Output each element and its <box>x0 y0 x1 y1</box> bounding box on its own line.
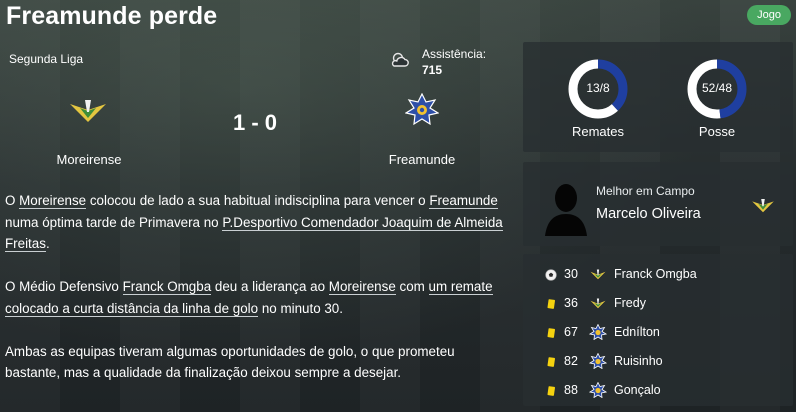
event-player-link[interactable]: Franck Omgba <box>614 267 697 281</box>
freamunde-crest-icon <box>589 382 607 398</box>
event-player-link[interactable]: Fredy <box>614 296 646 310</box>
stats-panel: 13/8 Remates 52/48 Posse <box>523 42 793 152</box>
attendance-value: 715 <box>422 63 443 77</box>
possession-value: 52/48 <box>701 81 733 95</box>
report-text: com <box>395 279 429 294</box>
motm-player-link[interactable]: Marcelo Oliveira <box>596 206 701 222</box>
home-team-link[interactable]: Moreirense <box>30 152 148 167</box>
report-link[interactable]: Franck Omgba <box>122 279 212 295</box>
yellow-card-icon <box>547 299 555 309</box>
shots-label: Remates <box>571 124 625 139</box>
yellow-card-icon <box>547 386 555 396</box>
moreirense-crest-icon <box>590 298 606 309</box>
event-minute: 82 <box>564 354 578 368</box>
event-player-link[interactable]: Ednílton <box>614 325 660 339</box>
yellow-card-icon <box>547 357 555 367</box>
freamunde-crest-icon <box>589 324 607 340</box>
report-text: O <box>5 193 20 208</box>
freamunde-crest-icon[interactable] <box>405 93 439 127</box>
report-paragraph-3: Ambas as equipas tiveram algumas oportun… <box>5 341 505 384</box>
report-paragraph-2: O Médio Defensivo Franck Omgba deu a lid… <box>5 276 505 319</box>
page-title: Freamunde perde <box>6 2 218 30</box>
ball-icon <box>545 269 557 281</box>
match-events-panel: 30 Franck Omgba 36 Fredy 67 Ednílton 82 Ruisinh… <box>523 254 793 406</box>
event-row: 88 Gonçalo <box>523 377 793 406</box>
match-report: O Moreirense colocou de lado a sua habit… <box>5 190 505 405</box>
player-silhouette-avatar <box>545 184 587 236</box>
moreirense-crest-icon <box>752 199 774 213</box>
event-minute: 36 <box>564 296 578 310</box>
report-text: no minuto 30. <box>258 300 343 316</box>
report-link[interactable]: Freamunde <box>429 193 498 209</box>
report-text: colocou de lado a sua habitual indiscipl… <box>86 193 430 208</box>
shots-value: 13/8 <box>586 81 610 95</box>
match-badge-button[interactable]: Jogo <box>747 5 791 25</box>
cloudy-icon <box>391 52 409 67</box>
report-link[interactable]: Moreirense <box>19 193 87 209</box>
possession-label: Posse <box>698 124 736 139</box>
report-text: O Médio Defensivo <box>5 279 123 294</box>
event-row: 67 Ednílton <box>523 319 793 348</box>
match-score: 1 - 0 <box>232 110 278 135</box>
competition-link[interactable]: Segunda Liga <box>9 52 83 66</box>
event-row: 36 Fredy <box>523 290 793 319</box>
report-paragraph-1: O Moreirense colocou de lado a sua habit… <box>5 190 505 255</box>
report-text: Ambas as equipas tiveram algumas oportun… <box>5 343 455 381</box>
report-text: numa óptima tarde de Primavera no <box>5 214 223 230</box>
event-player-link[interactable]: Ruisinho <box>614 354 663 368</box>
moreirense-crest-icon <box>590 269 606 280</box>
event-minute: 67 <box>564 325 578 339</box>
away-team-link[interactable]: Freamunde <box>362 152 482 167</box>
event-row: 30 Franck Omgba <box>523 261 793 290</box>
report-text: . <box>45 236 50 251</box>
freamunde-crest-icon <box>589 353 607 369</box>
event-minute: 88 <box>564 383 578 397</box>
motm-label: Melhor em Campo <box>596 184 695 198</box>
event-row: 82 Ruisinho <box>523 348 793 377</box>
man-of-the-match-panel[interactable]: Melhor em Campo Marcelo Oliveira <box>523 162 793 246</box>
attendance-label: Assistência: <box>422 47 487 61</box>
event-player-link[interactable]: Gonçalo <box>614 383 661 397</box>
yellow-card-icon <box>547 328 555 338</box>
report-text: deu a liderança ao <box>211 279 329 294</box>
moreirense-crest-icon[interactable] <box>68 96 108 124</box>
report-link[interactable]: Moreirense <box>328 279 396 295</box>
event-minute: 30 <box>564 267 578 281</box>
